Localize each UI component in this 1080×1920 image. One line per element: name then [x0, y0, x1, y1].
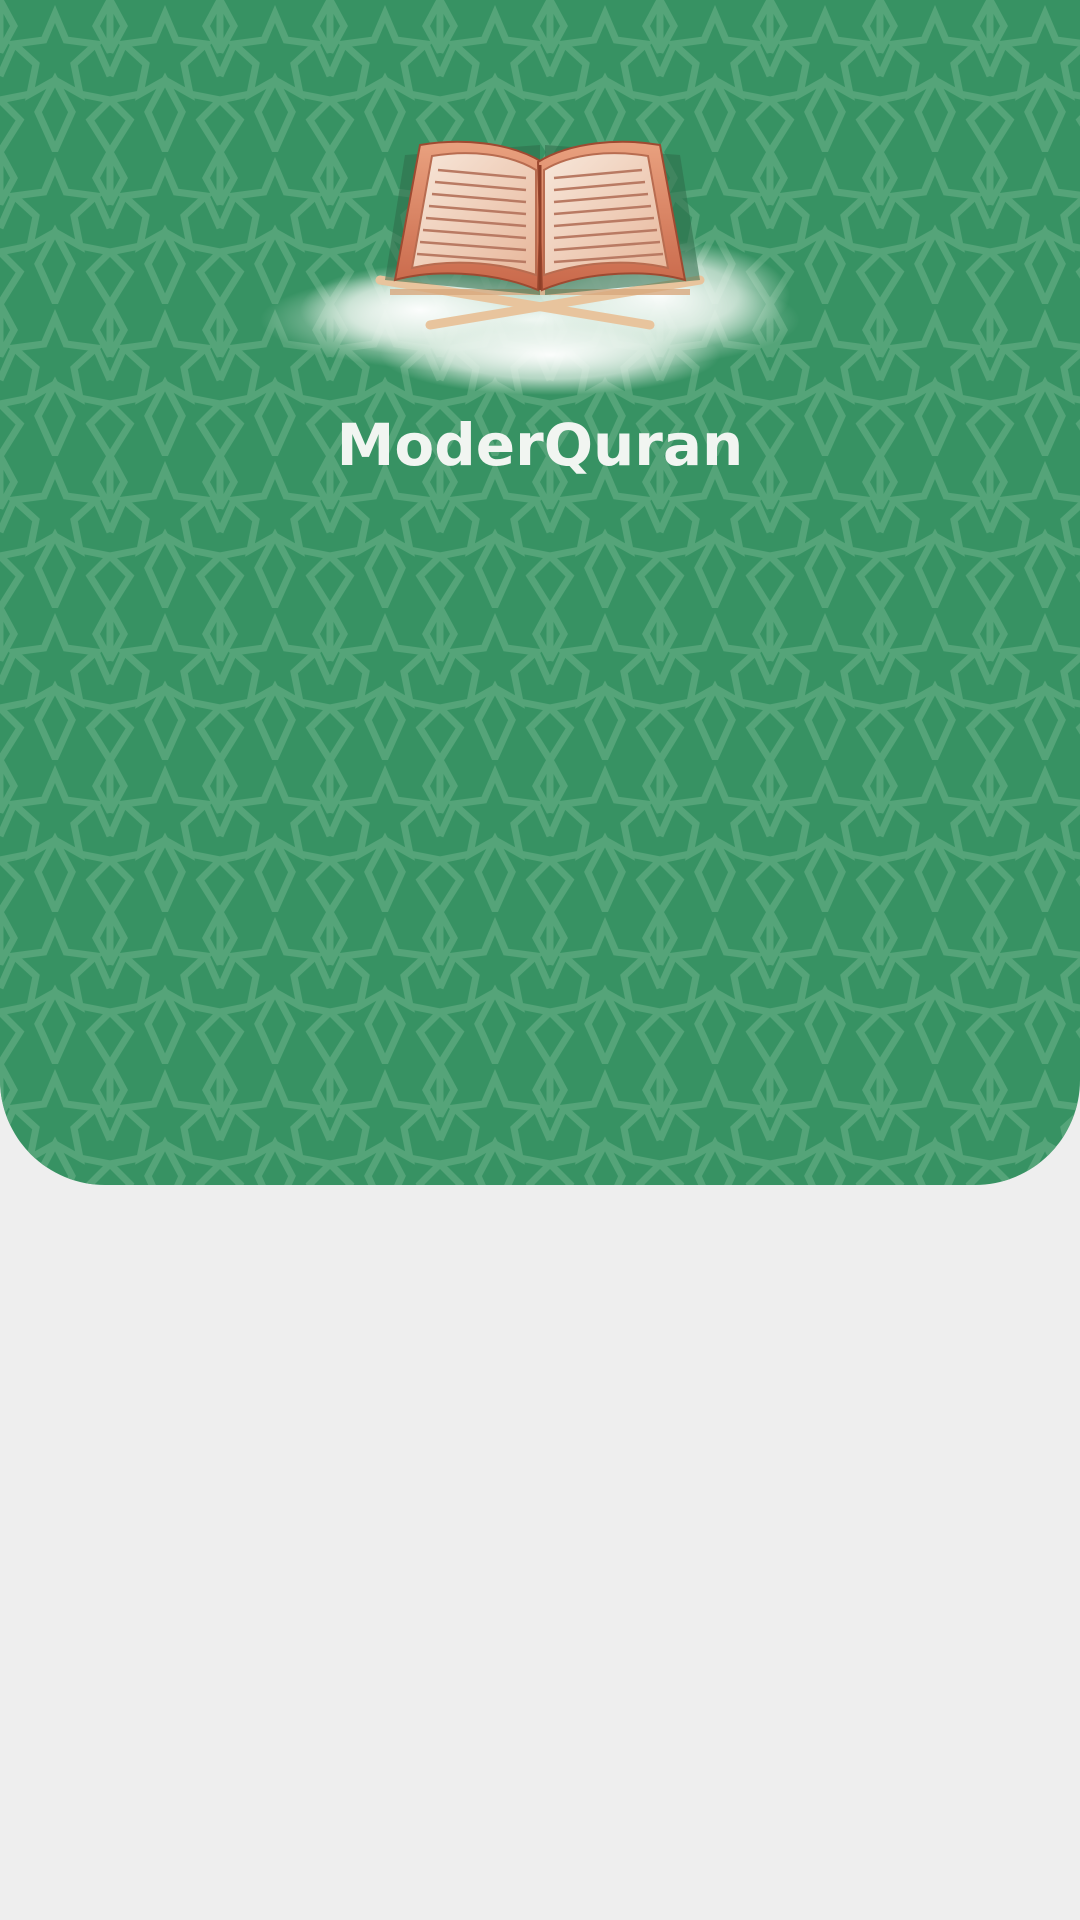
- splash-screen: ModerQuran: [0, 0, 1080, 1920]
- hero-banner: ModerQuran: [0, 0, 1080, 1185]
- app-title: ModerQuran: [336, 411, 744, 479]
- quran-on-stand-icon: [260, 140, 800, 395]
